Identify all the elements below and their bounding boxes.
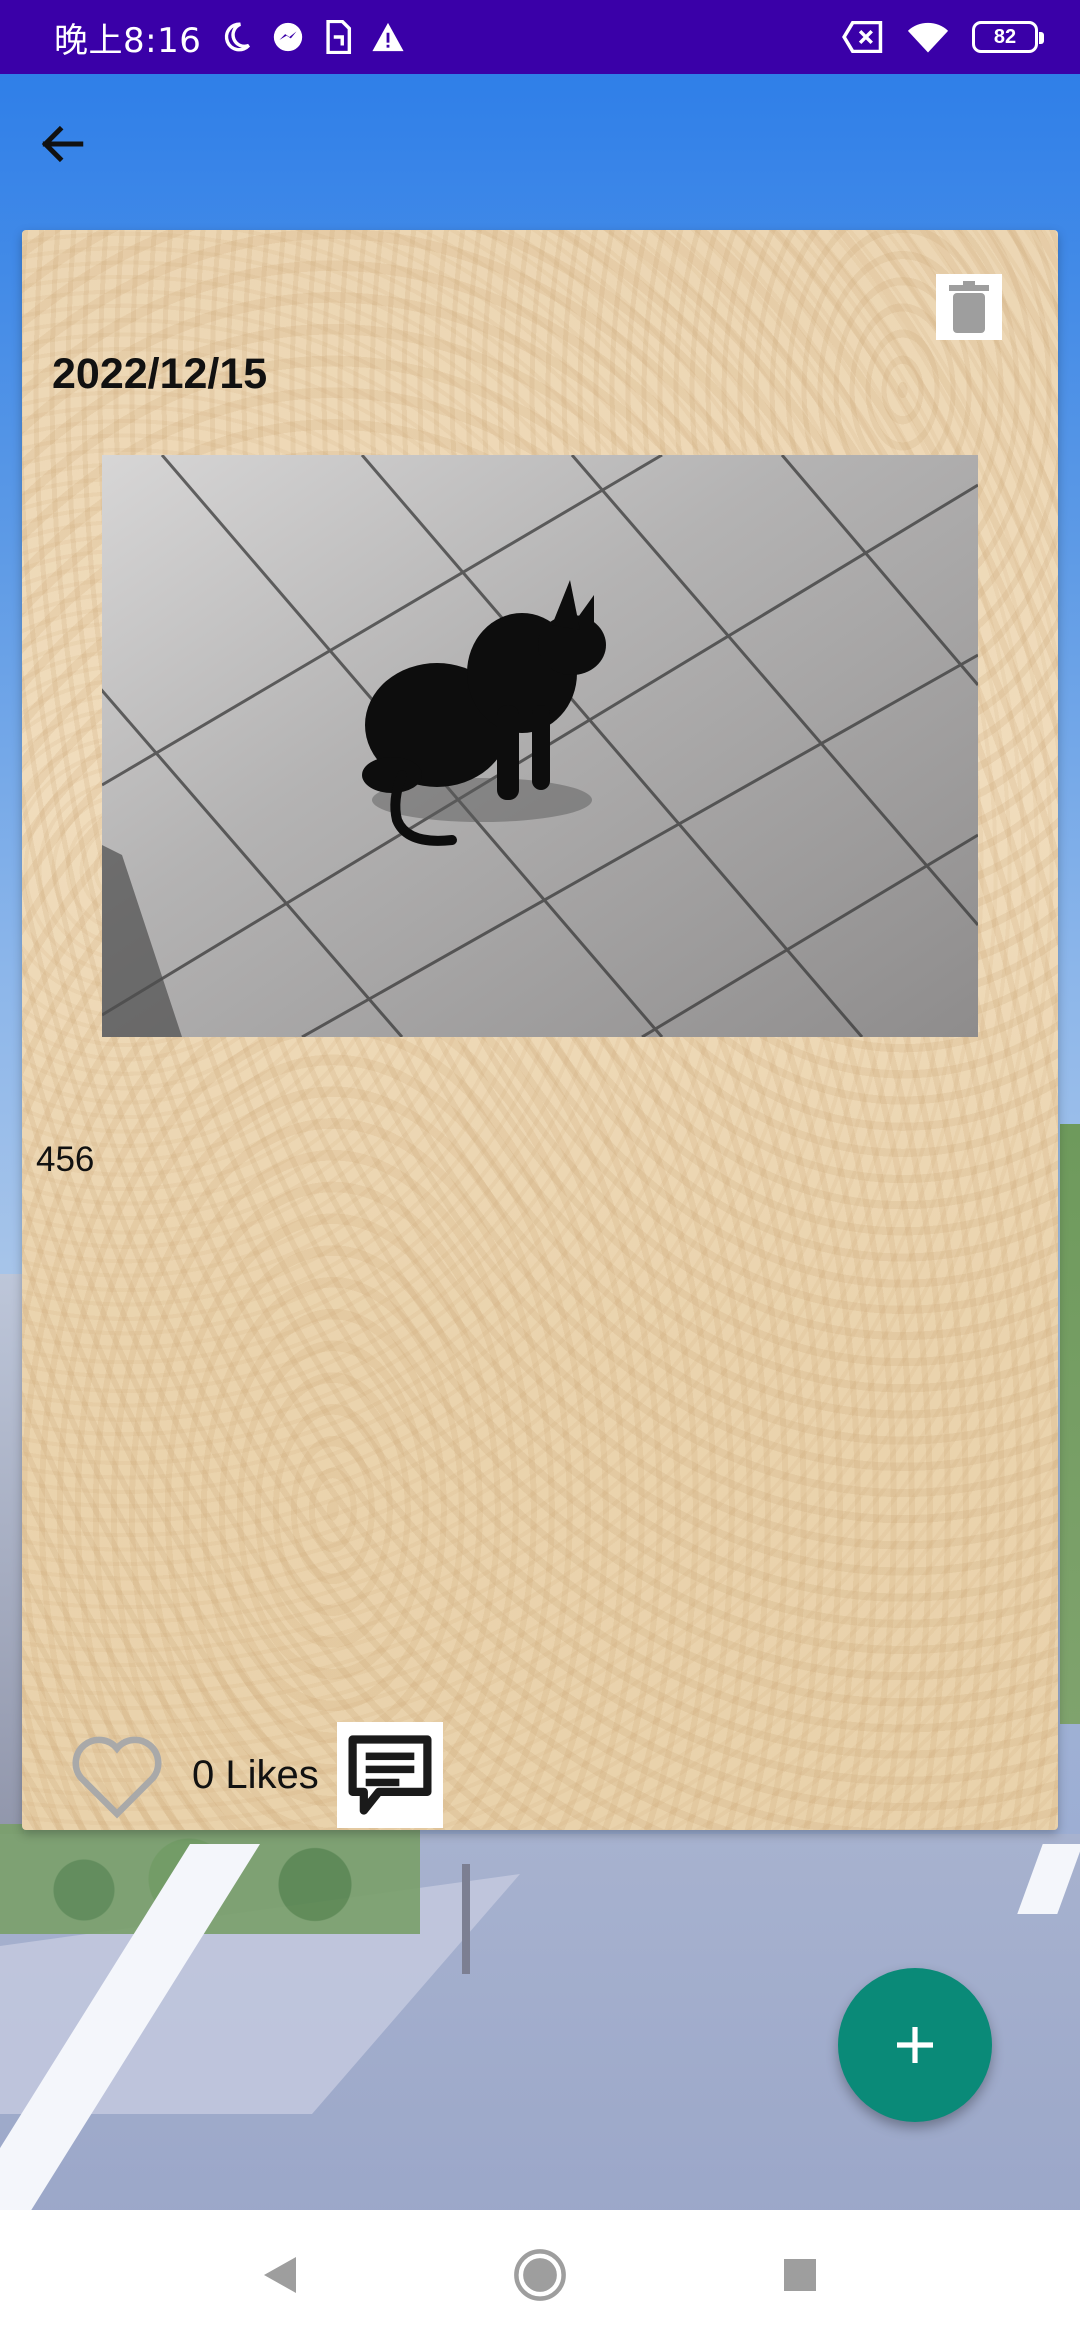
- back-button[interactable]: [28, 110, 96, 178]
- post-date: 2022/12/15: [52, 350, 268, 398]
- nav-home-button[interactable]: [510, 2245, 570, 2305]
- status-left: 晚上8:16: [54, 13, 405, 62]
- post-photo: [102, 455, 978, 1037]
- status-bar: 晚上8:16 82: [0, 0, 1080, 74]
- comment-icon: [348, 1735, 432, 1815]
- comment-button[interactable]: [336, 1722, 443, 1828]
- triangle-back-icon: [264, 2257, 296, 2293]
- delete-button[interactable]: [936, 274, 1002, 340]
- nav-recents-button[interactable]: [770, 2245, 830, 2305]
- battery-icon: 82: [972, 21, 1044, 53]
- moon-icon: [219, 20, 253, 54]
- scene-building: [0, 1274, 24, 1874]
- scene-tree: [1060, 1124, 1080, 1724]
- no-sim-icon: [842, 21, 884, 53]
- heart-outline-icon: [72, 1736, 162, 1819]
- likes-count: 0 Likes: [192, 1752, 319, 1797]
- messenger-icon: [271, 20, 305, 54]
- sim-icon: [323, 20, 353, 54]
- post-actions: 0 Likes: [62, 1720, 443, 1830]
- scene-pole: [462, 1864, 470, 1974]
- plus-icon: [897, 2027, 933, 2063]
- nav-back-button[interactable]: [250, 2245, 310, 2305]
- circle-home-icon: [514, 2249, 566, 2301]
- wifi-icon: [906, 20, 950, 54]
- post-card: 2022/12/15 456 0 Likes: [22, 230, 1058, 1830]
- square-recents-icon: [784, 2259, 816, 2291]
- battery-level: 82: [993, 25, 1017, 48]
- trash-icon: [949, 281, 989, 333]
- warning-icon: [371, 21, 405, 53]
- system-nav-bar: [0, 2210, 1080, 2340]
- cat-photo-image: [102, 455, 978, 1037]
- like-button[interactable]: [62, 1725, 172, 1825]
- post-text: 456: [36, 1140, 95, 1179]
- add-post-button[interactable]: [838, 1968, 992, 2122]
- arrow-left-icon: [41, 125, 84, 163]
- status-right: 82: [842, 20, 1044, 54]
- status-time: 晚上8:16: [54, 20, 202, 61]
